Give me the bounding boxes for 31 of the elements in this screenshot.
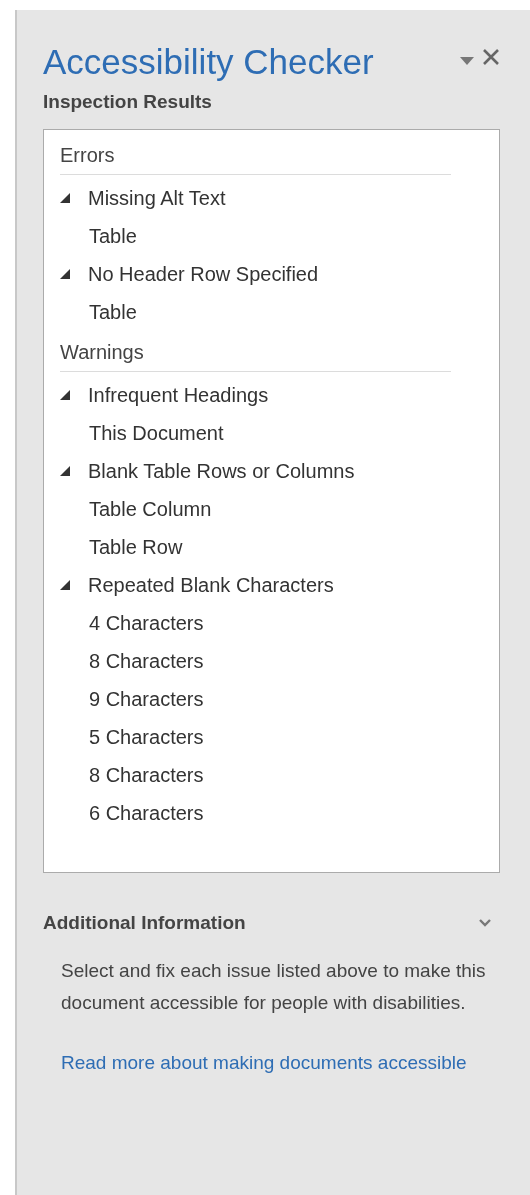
tree-item[interactable]: This Document xyxy=(60,413,451,452)
expand-icon[interactable] xyxy=(60,268,70,279)
section-heading: Inspection Results xyxy=(43,90,213,114)
expand-icon[interactable] xyxy=(60,192,70,203)
section-heading: Additional Information xyxy=(43,910,246,935)
expand-icon[interactable] xyxy=(60,465,70,476)
help-link[interactable]: Read more about making documents accessible xyxy=(61,1047,494,1079)
dropdown-icon[interactable] xyxy=(460,56,474,66)
tree-item[interactable]: 5 Characters xyxy=(60,717,451,756)
expand-icon[interactable] xyxy=(60,389,70,400)
tree-item[interactable]: 8 Characters xyxy=(60,755,451,794)
tree-item[interactable]: Infrequent Headings xyxy=(60,375,451,414)
tree-item[interactable]: 4 Characters xyxy=(60,603,451,642)
pane-title: Accessibility Checker xyxy=(43,41,374,83)
tree-item[interactable]: Table xyxy=(60,292,451,331)
chevron-icon[interactable] xyxy=(478,917,492,928)
group-heading: Errors xyxy=(60,141,451,175)
expand-icon[interactable] xyxy=(60,579,70,590)
tree-item[interactable]: Table Row xyxy=(60,527,451,566)
tree-item[interactable]: Repeated Blank Characters xyxy=(60,565,451,604)
tree-item[interactable]: Table xyxy=(60,216,451,255)
tree-item[interactable]: Missing Alt Text xyxy=(60,178,451,217)
info-text: Select and fix each issue listed above to make this document accessible for people with disabilities. xyxy=(61,959,487,1015)
tree-item[interactable]: No Header Row Specified xyxy=(60,254,451,293)
tree-item[interactable]: 8 Characters xyxy=(60,641,451,680)
tree-item[interactable]: 9 Characters xyxy=(60,679,451,718)
tree-item[interactable]: Table Column xyxy=(60,489,451,528)
close-icon[interactable] xyxy=(482,48,500,66)
tree-item[interactable]: 6 Characters xyxy=(60,793,451,832)
group-heading: Warnings xyxy=(60,338,451,372)
tree-item[interactable]: Blank Table Rows or Columns xyxy=(60,451,451,490)
